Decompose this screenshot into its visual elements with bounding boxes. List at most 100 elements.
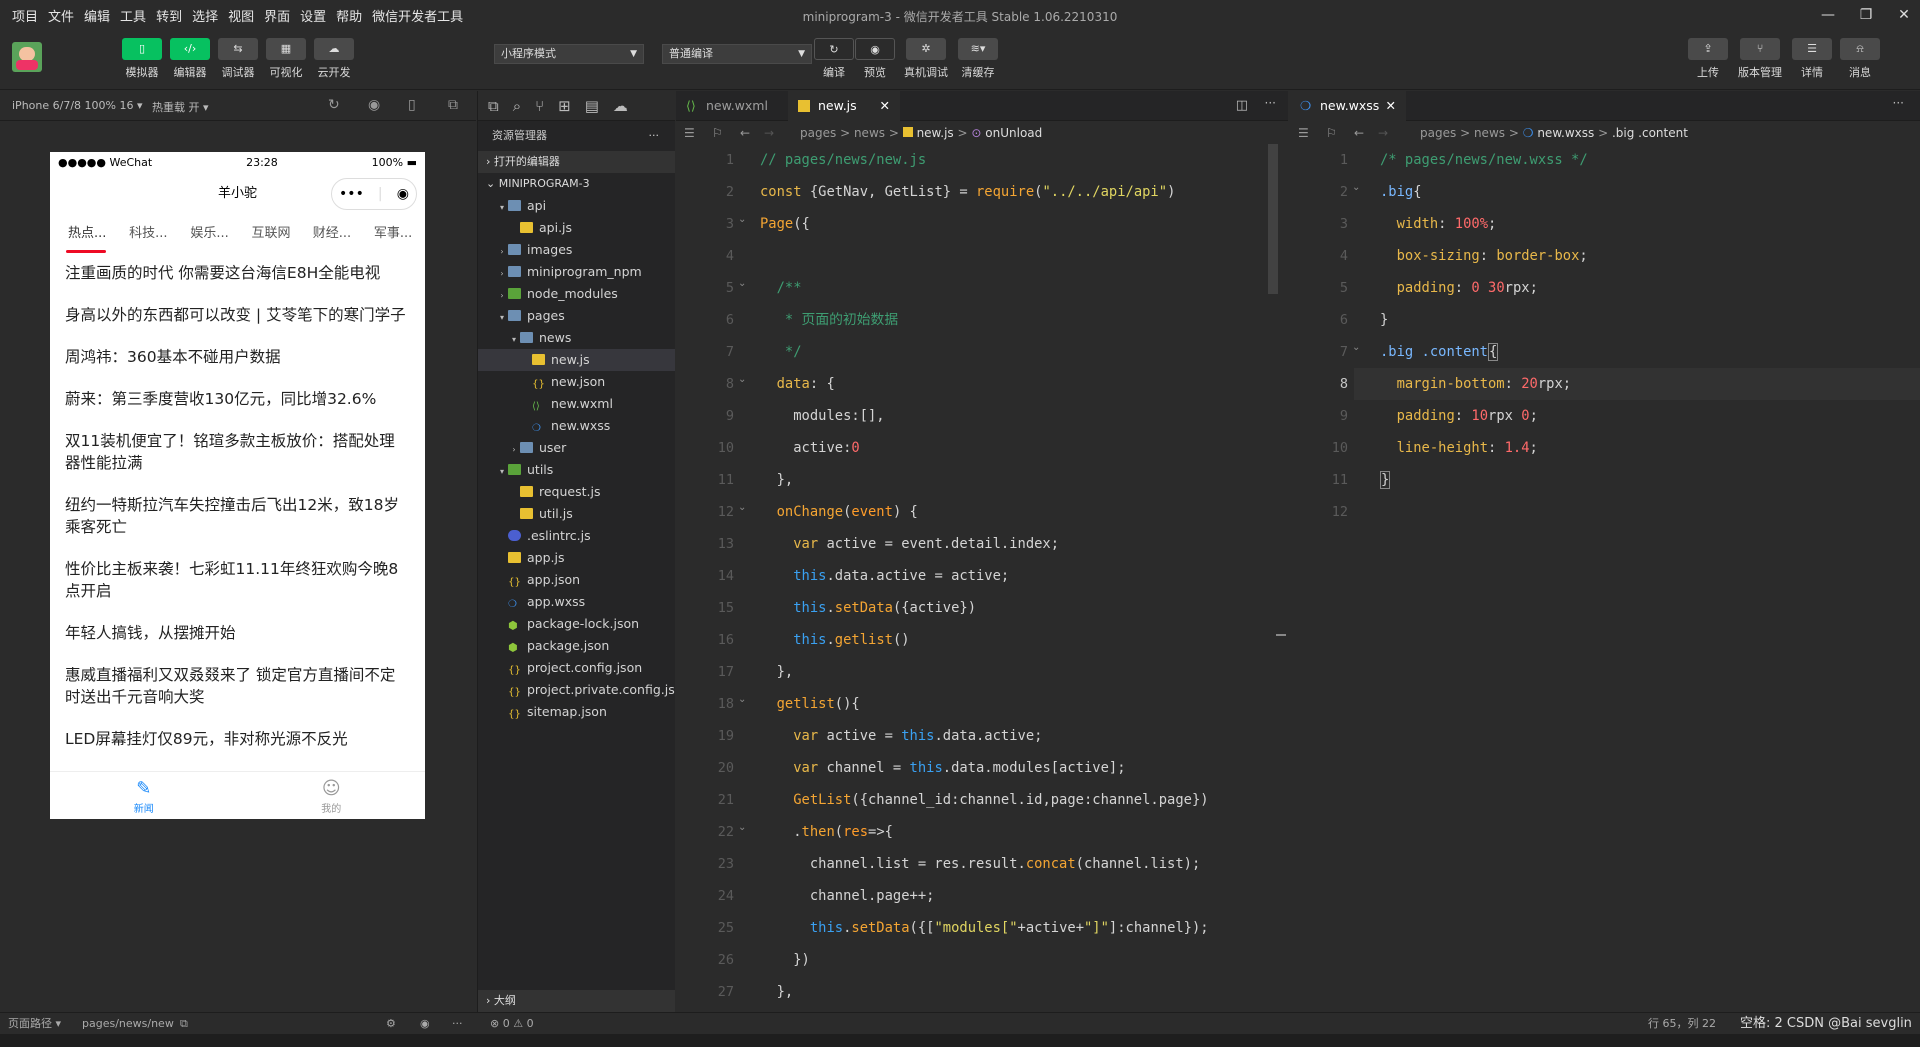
tree-item[interactable]: {} project.private.config.js... xyxy=(478,679,687,701)
list-icon[interactable]: ☰ xyxy=(684,122,695,144)
problems-indicator[interactable]: ⊗ 0 ⚠ 0 xyxy=(490,1013,534,1035)
outline-section[interactable]: › 大纲 xyxy=(478,990,675,1012)
storage-icon[interactable]: ▤ xyxy=(585,97,599,115)
compile-select[interactable]: 普通编译 ▼ xyxy=(662,44,812,64)
preview-button[interactable]: ◉ 预览 xyxy=(855,38,895,80)
menu-project[interactable]: 项目 xyxy=(12,6,38,25)
tree-item[interactable]: ▾ api xyxy=(478,195,675,217)
capsule-menu[interactable]: ••• | ◉ xyxy=(331,178,417,210)
simulator-button[interactable]: ▯ 模拟器 xyxy=(122,38,162,80)
upload-button[interactable]: ⇪ 上传 xyxy=(1688,38,1728,80)
menu-goto[interactable]: 转到 xyxy=(156,6,182,25)
popout-icon[interactable]: ⧉ xyxy=(448,97,458,113)
fold-chevron-icon[interactable]: ⌄ xyxy=(1352,182,1360,193)
tree-item[interactable]: {} project.config.json xyxy=(478,657,675,679)
fold-chevron-icon[interactable]: ⌄ xyxy=(738,214,746,225)
tree-item[interactable]: ⬢ package.json xyxy=(478,635,675,657)
fold-chevron-icon[interactable]: ⌄ xyxy=(738,502,746,513)
tree-item[interactable]: {} new.json xyxy=(478,371,675,393)
tree-item[interactable]: ▾ utils xyxy=(478,459,675,481)
fold-chevron-icon[interactable]: ⌄ xyxy=(738,374,746,385)
more-icon[interactable]: ··· xyxy=(649,121,660,151)
eye-icon[interactable]: ◉ xyxy=(420,1013,430,1035)
list-item[interactable]: 年轻人搞钱，从摆摊开始 xyxy=(50,622,425,644)
git-icon[interactable]: ⑂ xyxy=(535,97,544,115)
copy-icon[interactable]: ⧉ xyxy=(180,1013,188,1035)
close-tab-icon[interactable]: ✕ xyxy=(880,91,890,121)
files-icon[interactable]: ⧉ xyxy=(488,97,499,115)
record-icon[interactable]: ◉ xyxy=(368,97,380,113)
maximize-icon[interactable]: ❐ xyxy=(1854,4,1878,26)
cloud-sync-icon[interactable]: ☁ xyxy=(613,97,628,115)
tab-ent[interactable]: 娱乐... xyxy=(180,216,241,252)
device-select[interactable]: iPhone 6/7/8 100% 16 ▾ xyxy=(12,99,143,112)
menu-devtools[interactable]: 微信开发者工具 xyxy=(372,6,463,25)
forward-arrow-icon[interactable]: → xyxy=(1378,122,1388,144)
more-icon[interactable]: ··· xyxy=(452,1013,463,1035)
open-editors-section[interactable]: › 打开的编辑器 xyxy=(478,151,675,173)
tab-new-wxml[interactable]: ⟨⟩ new.wxml xyxy=(676,91,788,121)
tab-military[interactable]: 军事... xyxy=(364,216,425,252)
fold-chevron-icon[interactable]: ⌄ xyxy=(1352,342,1360,353)
project-section[interactable]: ⌄ MINIPROGRAM-3 xyxy=(478,173,675,195)
cloud-button[interactable]: ☁ 云开发 xyxy=(314,38,354,80)
menu-file[interactable]: 文件 xyxy=(48,6,74,25)
more-icon[interactable]: ••• xyxy=(339,178,364,210)
tree-item[interactable]: ⬢ package-lock.json xyxy=(478,613,675,635)
split-editor-icon[interactable]: ◫ xyxy=(1236,98,1248,113)
menu-select[interactable]: 选择 xyxy=(192,6,218,25)
tree-item[interactable]: ▾ pages xyxy=(478,305,675,327)
list-item[interactable]: LED屏幕挂灯仅89元，非对称光源不反光 xyxy=(50,728,425,750)
tree-item[interactable]: new.js xyxy=(478,349,675,371)
close-capsule-icon[interactable]: ◉ xyxy=(397,178,409,210)
close-tab-icon[interactable]: ✕ xyxy=(1386,91,1396,121)
device-icon[interactable]: ▯ xyxy=(408,97,416,113)
tree-item[interactable]: api.js xyxy=(478,217,675,239)
list-item[interactable]: 蔚来：第三季度营收130亿元，同比增32.6% xyxy=(50,388,425,410)
visual-button[interactable]: ▦ 可视化 xyxy=(266,38,306,80)
page-path-select[interactable]: 页面路径 ▾ xyxy=(8,1013,61,1035)
menu-view[interactable]: 视图 xyxy=(228,6,254,25)
tab-new-wxss[interactable]: ❍ new.wxss ✕ xyxy=(1290,91,1406,121)
tree-item[interactable]: request.js xyxy=(478,481,675,503)
list-item[interactable]: 纽约一特斯拉汽车失控撞击后飞出12米，致18岁乘客死亡 xyxy=(50,494,425,538)
back-arrow-icon[interactable]: ← xyxy=(740,122,750,144)
minimize-icon[interactable]: — xyxy=(1816,4,1840,26)
clear-cache-button[interactable]: ≋▾ 清缓存 xyxy=(958,38,998,80)
tree-item[interactable]: › miniprogram_npm xyxy=(478,261,675,283)
tree-item[interactable]: {} sitemap.json xyxy=(478,701,675,723)
tree-item[interactable]: util.js xyxy=(478,503,675,525)
hot-reload-toggle[interactable]: 热重载 开 ▾ xyxy=(152,99,209,115)
debugger-button[interactable]: ⇆ 调试器 xyxy=(218,38,258,80)
tree-item[interactable]: {} app.json xyxy=(478,569,675,591)
tree-item[interactable]: › images xyxy=(478,239,675,261)
list-item[interactable]: 惠威直播福利又双叒叕来了 锁定官方直播间不定时送出千元音响大奖 xyxy=(50,664,425,708)
menu-help[interactable]: 帮助 xyxy=(336,6,362,25)
menu-settings[interactable]: 设置 xyxy=(300,6,326,25)
list-item[interactable]: 性价比主板来袭！七彩虹11.11年终狂欢购今晚8点开启 xyxy=(50,558,425,602)
tabbar-mine[interactable]: ☺ 我的 xyxy=(238,772,426,819)
fold-chevron-icon[interactable]: ⌄ xyxy=(738,822,746,833)
list-item[interactable]: 双11装机便宜了！铭瑄多款主板放价：搭配处理器性能拉满 xyxy=(50,430,425,474)
menu-interface[interactable]: 界面 xyxy=(264,6,290,25)
list-item[interactable]: 周鸿祎：360基本不碰用户数据 xyxy=(50,346,425,368)
code-editor-js[interactable]: 1 2 3 4 5 6 7 8 9 10 11 12 13 14 15 16 17 18 19 20 21 22 23 24 2… xyxy=(676,144,1288,1010)
cursor-position[interactable]: 行 65，列 22 xyxy=(1648,1013,1716,1035)
fold-chevron-icon[interactable]: ⌄ xyxy=(738,694,746,705)
close-window-icon[interactable]: ✕ xyxy=(1892,4,1916,26)
details-button[interactable]: ☰ 详情 xyxy=(1792,38,1832,80)
menu-tools[interactable]: 工具 xyxy=(120,6,146,25)
tree-item[interactable]: › node_modules xyxy=(478,283,675,305)
bookmark-icon[interactable]: ⚐ xyxy=(712,122,723,144)
tree-item[interactable]: .eslintrc.js xyxy=(478,525,675,547)
tab-hot[interactable]: 热点... xyxy=(58,216,119,252)
tree-item[interactable]: ❍ app.wxss xyxy=(478,591,675,613)
tab-new-js[interactable]: new.js ✕ xyxy=(788,91,900,121)
tree-item[interactable]: ❍ new.wxss xyxy=(478,415,675,437)
tree-item[interactable]: › user xyxy=(478,437,675,459)
tab-tech[interactable]: 科技... xyxy=(119,216,180,252)
code-editor-wxss[interactable]: 1 2 3 4 5 6 7 8 9 10 11 12 ⌄ ⌄ /* pages/news/new.wxss… xyxy=(1290,144,1920,1010)
extensions-icon[interactable]: ⊞ xyxy=(558,97,571,115)
list-item[interactable]: 注重画质的时代 你需要这台海信E8H全能电视 xyxy=(50,262,425,284)
scrollbar-thumb[interactable] xyxy=(1268,144,1278,294)
